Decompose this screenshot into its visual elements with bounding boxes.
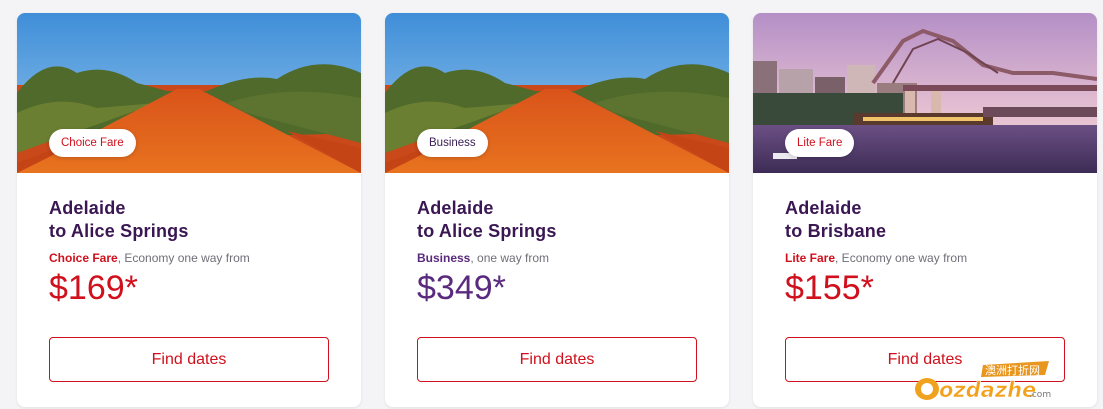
destination-image: Business [385,13,729,173]
fare-type-badge: Lite Fare [785,129,855,157]
find-dates-button[interactable]: Find dates [49,337,329,382]
route-title: Adelaide to Alice Springs [417,197,707,243]
deal-card[interactable]: Choice Fare Adelaide to Alice Springs Ch… [17,13,361,407]
fare-name: Lite Fare [785,251,836,265]
watermark-main-text: ozdazhe [939,378,1036,402]
destination-image: Choice Fare [17,13,361,173]
fare-name: Choice Fare [49,251,118,265]
fare-suffix: , Economy one way from [835,251,968,265]
fare-description: Business, one way from [417,251,549,265]
find-dates-button[interactable]: Find dates [417,337,697,382]
fare-suffix: , Economy one way from [117,251,250,265]
fare-description: Lite Fare, Economy one way from [785,251,967,265]
fare-type-badge: Business [417,129,488,157]
route-origin: Adelaide [417,198,494,218]
destination-image: Lite Fare [753,13,1097,173]
route-title: Adelaide to Alice Springs [49,197,339,243]
route-destination: to Alice Springs [417,221,557,241]
price: $349* [417,269,506,307]
fare-name: Business [417,251,471,265]
fare-suffix: , one way from [470,251,550,265]
fare-type-badge: Choice Fare [49,129,136,157]
price: $169* [49,269,138,307]
route-origin: Adelaide [785,198,862,218]
route-destination: to Brisbane [785,221,887,241]
deal-card[interactable]: Lite Fare Adelaide to Brisbane Lite Fare… [753,13,1097,407]
fare-description: Choice Fare, Economy one way from [49,251,250,265]
route-origin: Adelaide [49,198,126,218]
watermark-suffix-text: .com [1029,390,1051,400]
route-title: Adelaide to Brisbane [785,197,1075,243]
watermark-top-text: 澳洲打折网 [985,363,1040,377]
deal-card[interactable]: Business Adelaide to Alice Springs Busin… [385,13,729,407]
route-destination: to Alice Springs [49,221,189,241]
price: $155* [785,269,874,307]
site-watermark: 澳洲打折网 ozdazhe .com [903,353,1093,403]
